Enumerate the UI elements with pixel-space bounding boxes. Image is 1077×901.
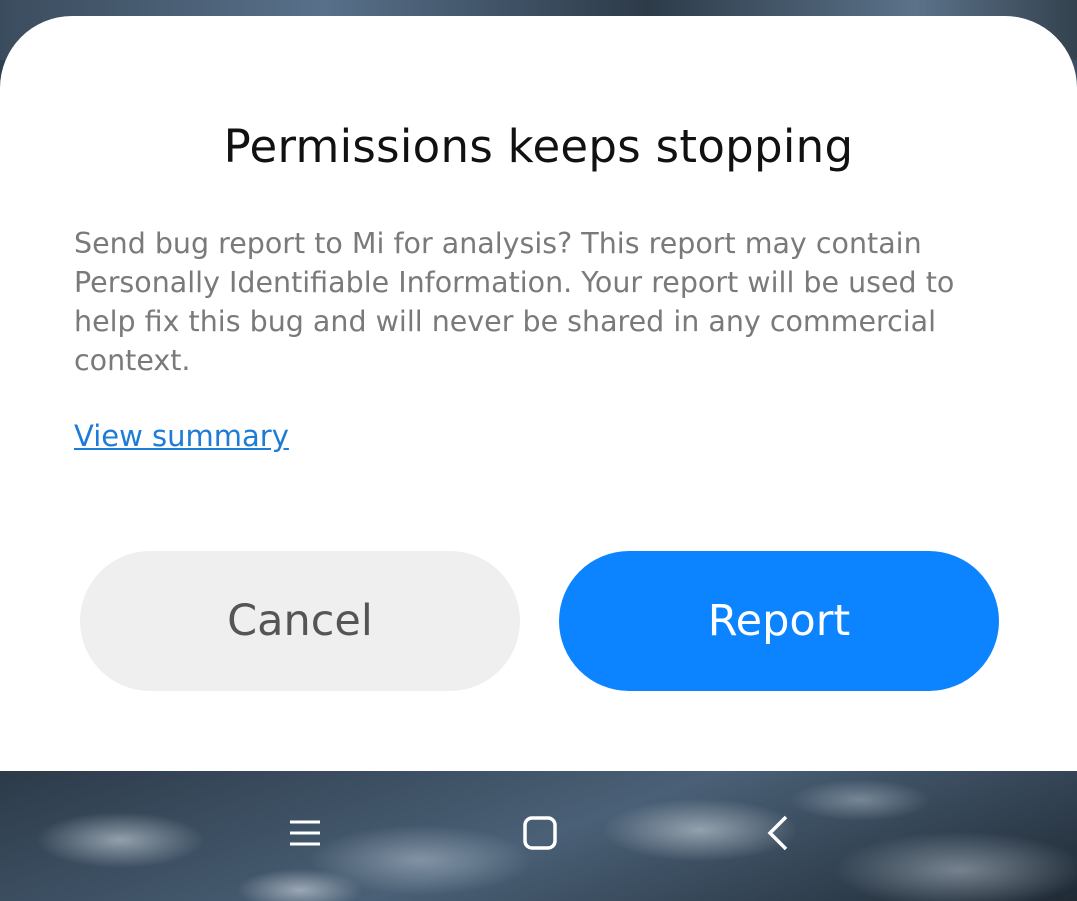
view-summary-link[interactable]: View summary: [74, 419, 289, 453]
home-icon[interactable]: [510, 803, 570, 863]
navigation-bar: [0, 771, 1077, 901]
crash-dialog: Permissions keeps stopping Send bug repo…: [0, 16, 1077, 771]
back-icon[interactable]: [748, 803, 808, 863]
dialog-message: Send bug report to Mi for analysis? This…: [74, 227, 955, 377]
dialog-title: Permissions keeps stopping: [223, 120, 854, 173]
cancel-button[interactable]: Cancel: [80, 551, 520, 691]
report-button[interactable]: Report: [559, 551, 999, 691]
menu-icon[interactable]: [275, 803, 335, 863]
